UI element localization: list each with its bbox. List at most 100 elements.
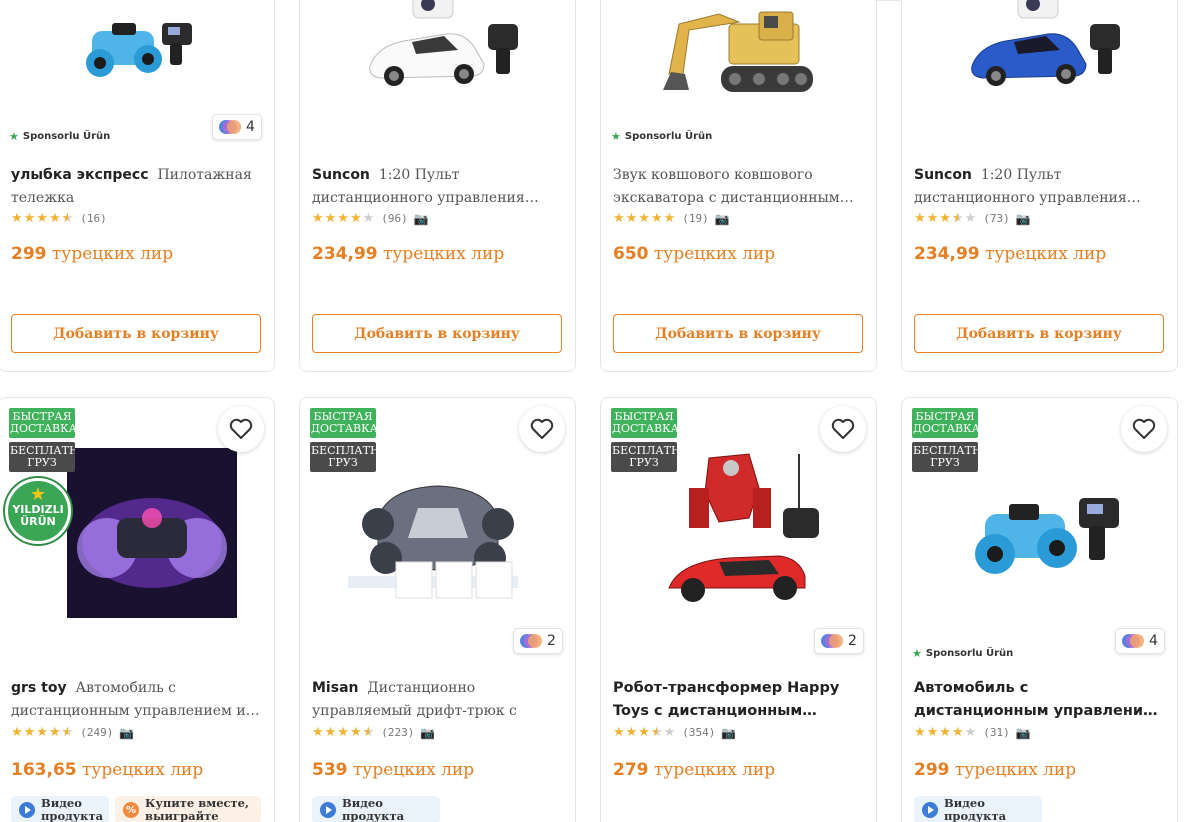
product-card[interactable]: БЫСТРАЯ ДОСТАВКА БЕСПЛАТНЫЙ ГРУЗ 2 Робот… [600, 397, 877, 822]
play-icon [19, 802, 35, 818]
star-icon: ★ [29, 484, 47, 505]
product-title[interactable]: улыбка экспресс Пилотажная тележка [11, 164, 262, 210]
color-swatch-icon [821, 634, 844, 648]
heart-icon [530, 418, 554, 439]
product-price: 539 турецких лир [312, 760, 475, 780]
play-icon [320, 802, 336, 818]
color-variants-badge[interactable]: 2 [513, 628, 563, 654]
product-card[interactable]: БЫСТРАЯ ДОСТАВКА БЕСПЛАТНЫЙ ГРУЗ ★Sponso… [901, 397, 1178, 822]
fast-delivery-badge: БЫСТРАЯ ДОСТАВКА [611, 408, 677, 438]
rating-stars: ★★★★★ [613, 211, 677, 226]
product-name: Автомобиль с дистанционным управлени… [914, 680, 1158, 719]
color-count: 2 [547, 633, 556, 649]
product-name: Звук ковшового ковшового экскаватора с д… [613, 167, 854, 206]
rating: ★★★★★★ (16) [11, 211, 107, 226]
product-brand: Suncon [312, 167, 370, 183]
rating-count: (354) [682, 726, 716, 739]
rating-count: (249) [80, 726, 114, 739]
buy-together-chip[interactable]: % Купите вместе, выиграйте [115, 796, 261, 822]
rating-count: (96) [381, 212, 408, 225]
star-icon: ★ [9, 130, 19, 143]
rating: ★★★★★★ (223) 📷 [312, 725, 435, 740]
product-card[interactable]: Suncon 1:20 Пульт дистанционного управле… [299, 0, 576, 372]
camera-icon: 📷 [721, 725, 737, 740]
color-count: 4 [1149, 633, 1158, 649]
sponsored-label: ★ Sponsorlu Ürün [611, 130, 713, 143]
free-shipping-badge: БЕСПЛАТНЫЙ ГРУЗ [310, 442, 376, 472]
heart-icon [831, 418, 855, 439]
camera-icon: 📷 [1015, 725, 1031, 740]
favorite-button[interactable] [519, 406, 565, 452]
rating-count: (223) [381, 726, 415, 739]
product-image[interactable] [0, 0, 274, 109]
product-video-chip[interactable]: Видео продукта [914, 796, 1042, 822]
product-card[interactable]: ★ Sponsorlu Ürün 4 улыбка экспресс Пилота… [0, 0, 275, 372]
product-video-chip[interactable]: Видео продукта [312, 796, 440, 822]
rating-stars: ★★★★★ [312, 211, 376, 226]
product-price: 234,99 турецких лир [312, 244, 505, 264]
sponsored-label: ★ Sponsorlu Ürün [912, 647, 1014, 660]
rating-count: (31) [983, 726, 1010, 739]
rating-stars: ★★★★★★ [312, 725, 376, 740]
favorite-button[interactable] [218, 406, 264, 452]
product-brand: Робот-трансформер [613, 680, 783, 696]
product-price: 299 турецких лир [11, 244, 174, 264]
rating-stars: ★★★★★★ [11, 725, 75, 740]
fast-delivery-badge: БЫСТРАЯ ДОСТАВКА [9, 408, 75, 438]
rating: ★★★★★ (31) 📷 [914, 725, 1031, 740]
rating-stars: ★★★★★★ [613, 725, 677, 740]
rating: ★★★★★ (19) 📷 [613, 211, 730, 226]
product-card[interactable]: ★ Sponsorlu Ürün Звук ковшового ковшового… [600, 0, 877, 372]
add-to-cart-button[interactable]: Добавить в корзину [613, 314, 863, 353]
rating-count: (16) [80, 212, 107, 225]
product-title[interactable]: Suncon 1:20 Пульт дистанционного управле… [312, 164, 563, 210]
free-shipping-badge: БЕСПЛАТНЫЙ ГРУЗ [611, 442, 677, 472]
product-grid: ★ Sponsorlu Ürün 4 улыбка экспресс Пилота… [0, 0, 1200, 822]
heart-icon [1132, 418, 1156, 439]
star-icon: ★ [912, 647, 922, 660]
product-brand: grs toy [11, 680, 67, 696]
favorite-button[interactable] [820, 406, 866, 452]
product-title[interactable]: Автомобиль с дистанционным управлени… [914, 677, 1165, 723]
product-title[interactable]: Suncon 1:20 Пульт дистанционного управле… [914, 164, 1165, 210]
add-to-cart-button[interactable]: Добавить в корзину [914, 314, 1164, 353]
play-icon [922, 802, 938, 818]
product-card[interactable]: БЫСТРАЯ ДОСТАВКА БЕСПЛАТНЫЙ ГРУЗ ★YILDIZ… [0, 397, 275, 822]
product-price: 279 турецких лир [613, 760, 776, 780]
featured-product-seal: ★ YILDIZLI ÜRÜN [5, 478, 71, 544]
product-image[interactable] [902, 0, 1177, 109]
product-image[interactable] [300, 0, 575, 109]
product-image[interactable] [601, 0, 876, 109]
rating: ★★★★★★ (354) 📷 [613, 725, 736, 740]
free-shipping-badge: БЕСПЛАТНЫЙ ГРУЗ [912, 442, 978, 472]
rating-stars: ★★★★★ [914, 725, 978, 740]
free-shipping-badge: БЕСПЛАТНЫЙ ГРУЗ [9, 442, 75, 472]
add-to-cart-button[interactable]: Добавить в корзину [11, 314, 261, 353]
rating: ★★★★★★ (249) 📷 [11, 725, 134, 740]
add-to-cart-button[interactable]: Добавить в корзину [312, 314, 562, 353]
color-swatch-icon [1122, 634, 1145, 648]
color-swatch-icon [219, 120, 242, 134]
rating-count: (19) [682, 212, 709, 225]
product-card[interactable]: Suncon 1:20 Пульт дистанционного управле… [901, 0, 1178, 372]
product-title[interactable]: grs toy Автомобиль с дистанционным управ… [11, 677, 262, 723]
product-video-chip[interactable]: Видео продукта [11, 796, 109, 822]
camera-icon: 📷 [420, 725, 436, 740]
camera-icon: 📷 [1015, 211, 1031, 226]
color-variants-badge[interactable]: 4 [212, 114, 262, 140]
product-title[interactable]: Звук ковшового ковшового экскаватора с д… [613, 164, 864, 210]
product-brand: улыбка экспресс [11, 167, 149, 183]
product-title[interactable]: Робот-трансформер Happy Toys с дистанцио… [613, 677, 864, 723]
product-card[interactable]: БЫСТРАЯ ДОСТАВКА БЕСПЛАТНЫЙ ГРУЗ 2 Misan… [299, 397, 576, 822]
rating: ★★★★★★ (73) 📷 [914, 211, 1031, 226]
product-title[interactable]: Misan Дистанционно управляемый дрифт-трю… [312, 677, 563, 723]
color-variants-badge[interactable]: 4 [1115, 628, 1165, 654]
product-brand: Misan [312, 680, 359, 696]
product-price: 234,99 турецких лир [914, 244, 1107, 264]
color-count: 4 [246, 119, 255, 135]
color-variants-badge[interactable]: 2 [814, 628, 864, 654]
camera-icon: 📷 [714, 211, 730, 226]
rating-stars: ★★★★★★ [914, 211, 978, 226]
heart-icon [229, 418, 253, 439]
favorite-button[interactable] [1121, 406, 1167, 452]
